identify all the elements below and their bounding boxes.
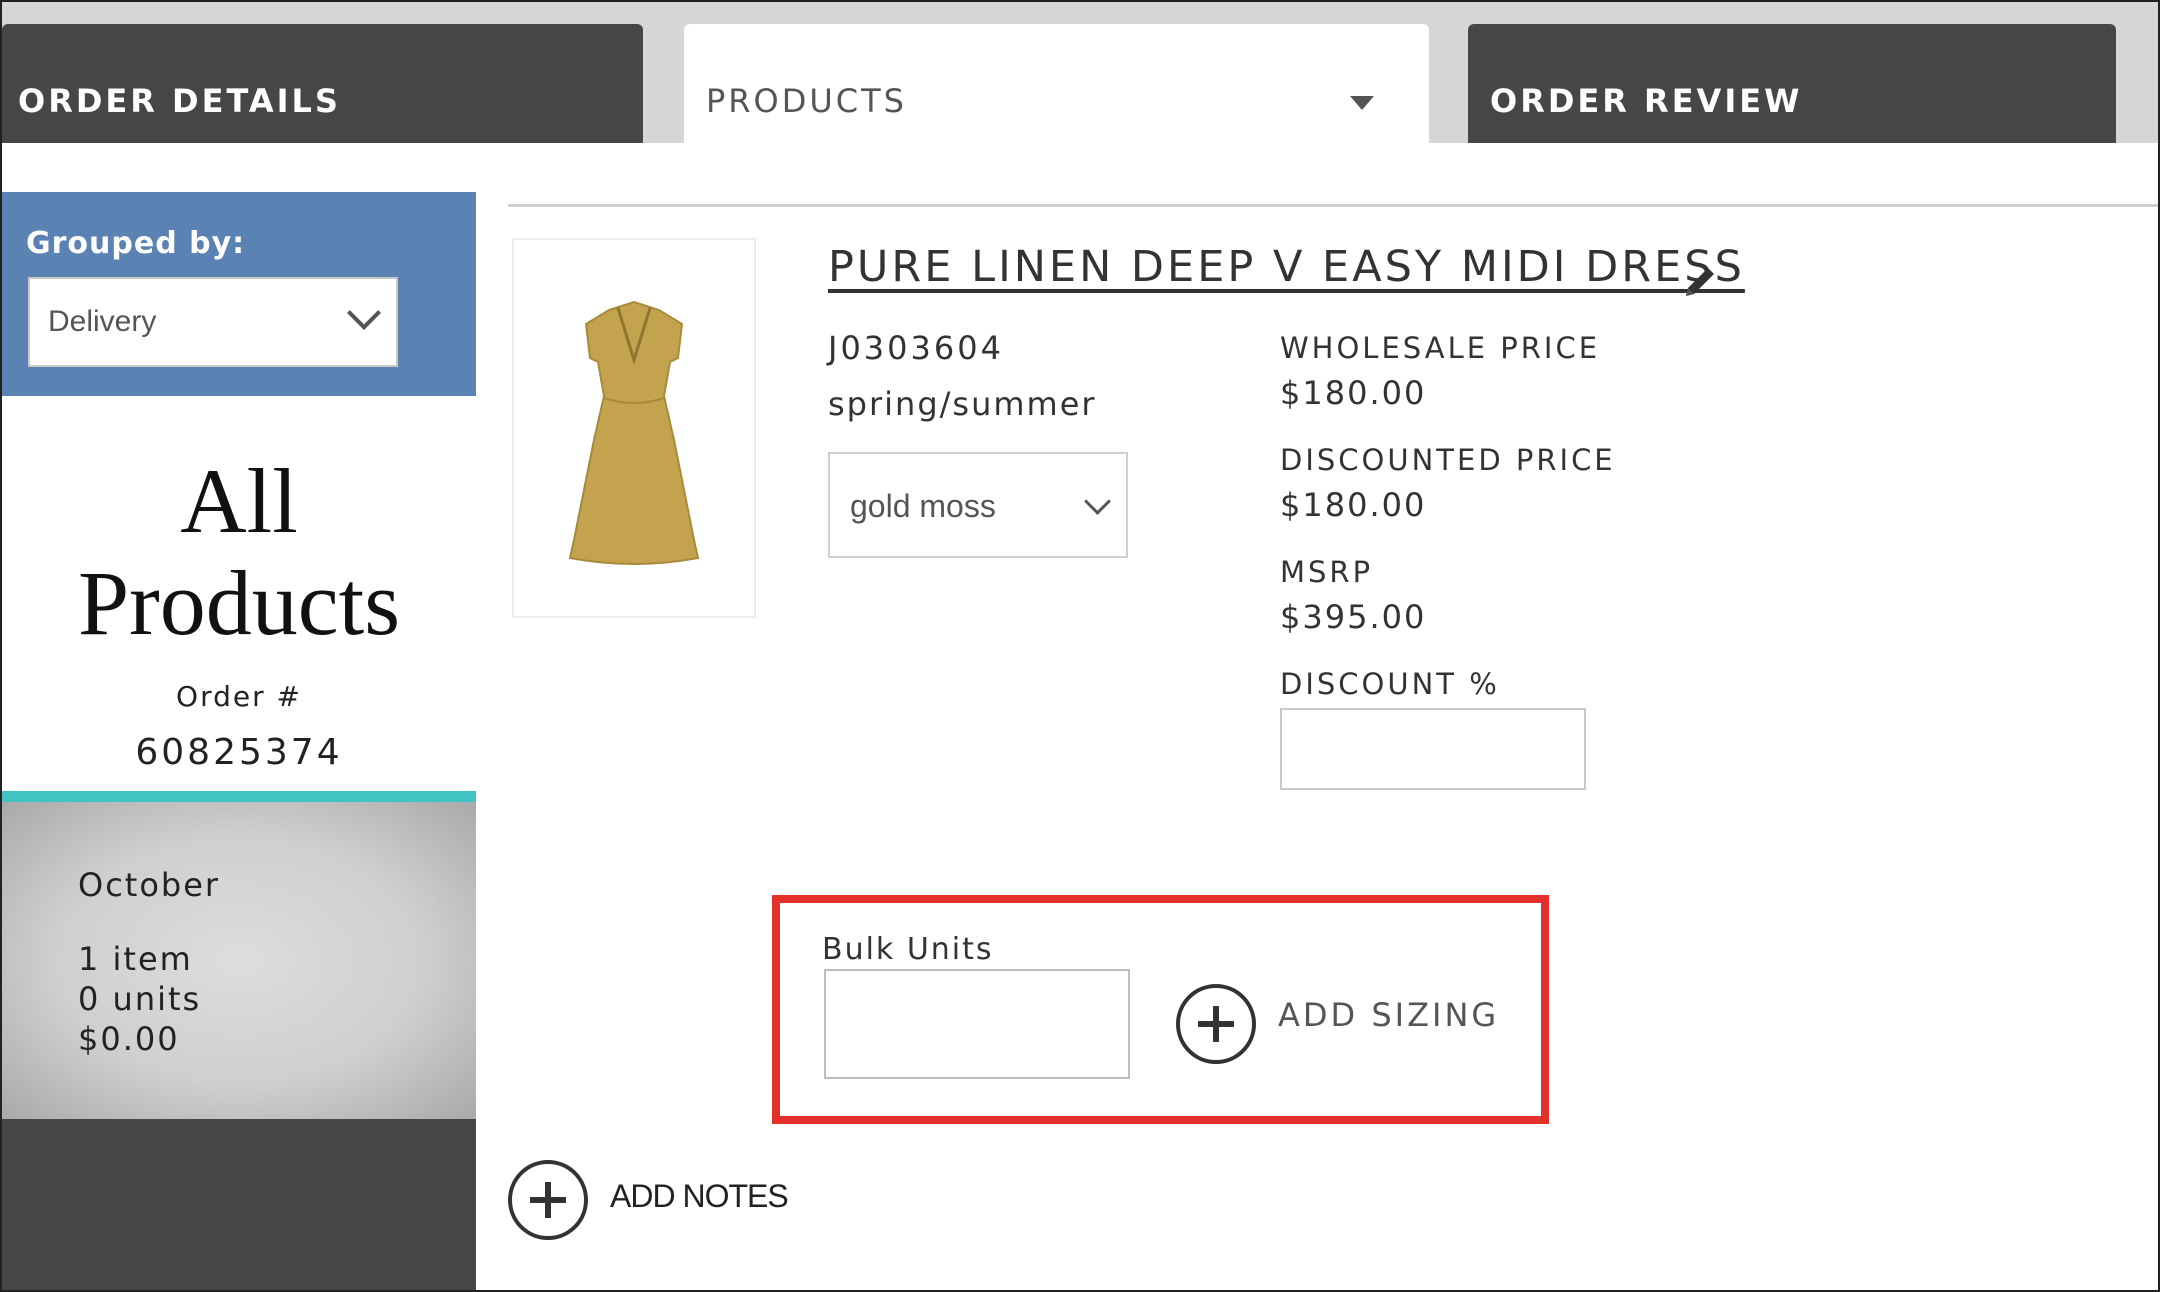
page-title: All Products [2,450,476,654]
add-notes-button[interactable]: ADD NOTES [610,1178,789,1215]
color-select-value: gold moss [850,488,996,524]
tab-order-details[interactable]: ORDER DETAILS [2,24,643,143]
caret-down-icon[interactable] [1350,96,1374,110]
color-select[interactable]: gold moss [828,452,1128,558]
chevron-down-icon [1084,488,1111,515]
product-season: spring/summer [828,385,1097,423]
discount-percent-input[interactable] [1280,708,1586,790]
tab-order-review-label: ORDER REVIEW [1490,82,1803,120]
bulk-units-label: Bulk Units [822,932,994,967]
tab-order-review[interactable]: ORDER REVIEW [1468,24,2116,143]
msrp-label: MSRP [1280,555,1374,589]
discount-percent-label: DISCOUNT % [1280,667,1500,701]
discounted-price-label: DISCOUNTED PRICE [1280,443,1616,477]
tab-products-label: PRODUCTS [706,82,907,120]
edit-pencil-icon[interactable] [1678,260,1722,308]
grouped-by-select[interactable]: Delivery [28,277,398,367]
grouped-by-value: Delivery [48,305,157,338]
delivery-month: October [78,866,221,904]
page-title-line2: Products [78,552,400,654]
product-thumbnail[interactable] [512,238,756,618]
order-number: 60825374 [135,732,343,773]
sidebar-footer [2,1119,476,1290]
discounted-price: $180.00 [1280,486,1427,524]
chevron-down-icon [347,296,381,330]
product-sku: J0303604 [828,329,1004,367]
dress-image [568,300,700,565]
tab-order-details-label: ORDER DETAILS [18,82,341,120]
tab-bar: ORDER DETAILS PRODUCTS ORDER REVIEW [2,2,2158,143]
grouped-by-panel: Grouped by: Delivery [2,192,476,396]
wholesale-price-label: WHOLESALE PRICE [1280,331,1601,365]
content-divider [508,204,2158,207]
order-number-label: Order # [176,680,302,713]
active-group-indicator [2,791,476,802]
app-window: ORDER DETAILS PRODUCTS ORDER REVIEW Grou… [0,0,2160,1292]
wholesale-price: $180.00 [1280,374,1427,412]
tab-products[interactable]: PRODUCTS [684,24,1429,143]
add-sizing-button[interactable]: ADD SIZING [1278,996,1499,1034]
msrp-price: $395.00 [1280,598,1427,636]
sidebar: Grouped by: Delivery All Products Order … [2,192,476,1290]
delivery-unit-count: 0 units [78,980,202,1018]
grouped-by-label: Grouped by: [26,226,246,261]
product-name-link[interactable]: PURE LINEN DEEP V EASY MIDI DRESS [828,242,1745,292]
delivery-group-october[interactable]: October 1 item 0 units $0.00 [2,802,476,1119]
delivery-item-count: 1 item [78,940,193,978]
page-title-line1: All [180,450,298,552]
delivery-total: $0.00 [78,1020,180,1058]
add-notes-plus-icon[interactable] [506,1158,590,1246]
bulk-units-input[interactable] [824,969,1130,1079]
add-sizing-plus-icon[interactable] [1174,982,1258,1070]
